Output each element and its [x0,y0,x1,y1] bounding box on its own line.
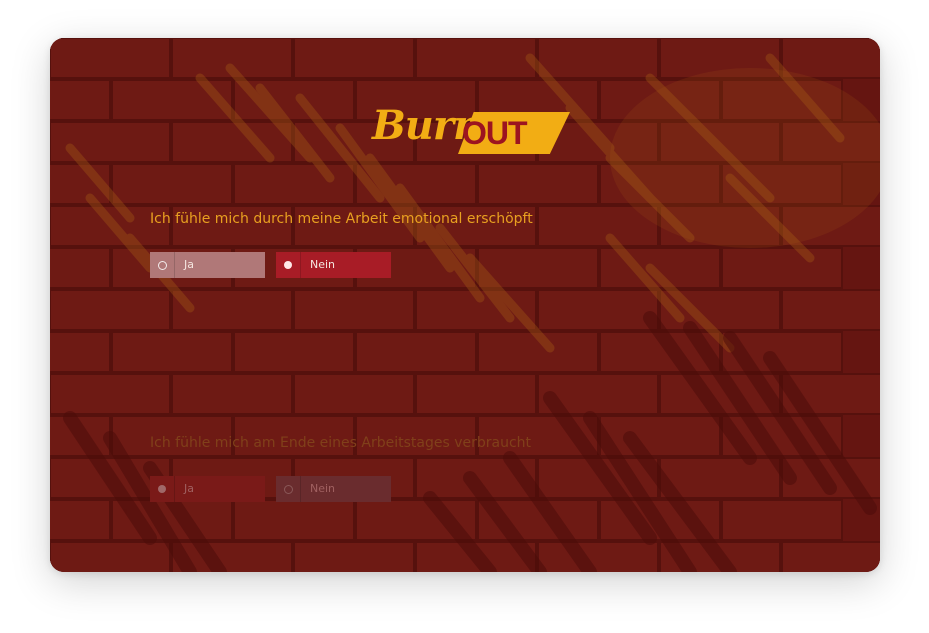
radio-selected-icon [276,252,301,278]
question-1-text: Ich fühle mich durch meine Arbeit emotio… [150,211,533,227]
question-2-text: Ich fühle mich am Ende eines Arbeitstage… [150,435,532,451]
logo-out-text: OUT [462,115,528,151]
question-2-option-nein[interactable]: Nein [276,476,391,502]
radio-unselected-icon [150,252,175,278]
question-1-option-nein[interactable]: Nein [276,252,391,278]
option-label: Nein [310,482,336,495]
survey-card: Burn OUT Ich fühle mich durch meine Arbe… [50,38,880,572]
option-label: Ja [184,482,194,495]
question-2-option-ja[interactable]: Ja [150,476,265,502]
radio-selected-icon [150,476,175,502]
option-label: Ja [184,258,194,271]
question-1-option-ja[interactable]: Ja [150,252,265,278]
radio-unselected-icon [276,476,301,502]
burnout-logo: Burn OUT [372,102,572,158]
option-label: Nein [310,258,336,271]
